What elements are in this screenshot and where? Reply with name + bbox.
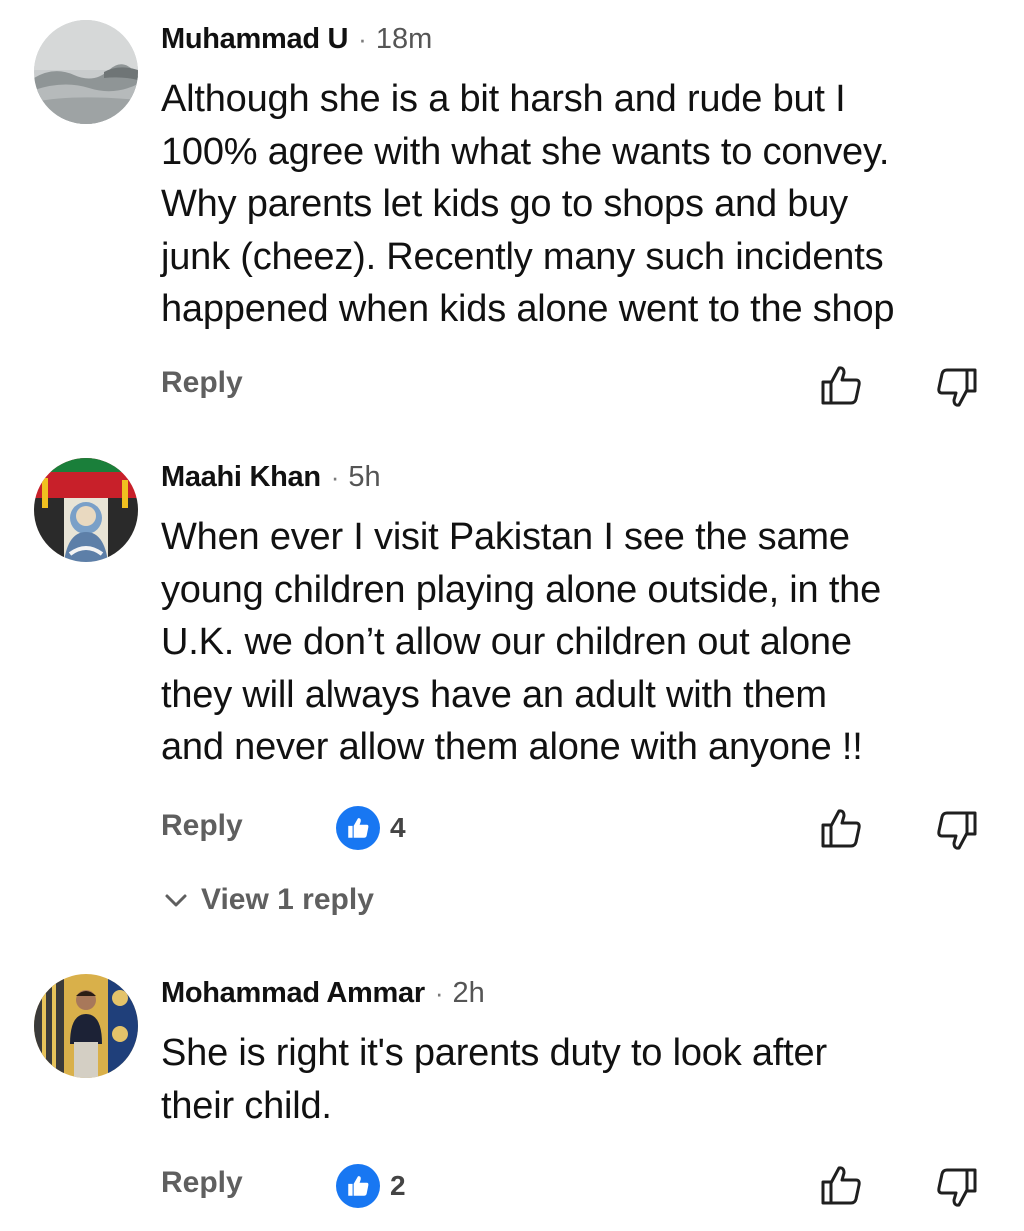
comment-line: 100% agree with what she wants to convey…	[161, 130, 890, 173]
separator-dot: ·	[330, 461, 340, 492]
thumbs-down-icon	[937, 811, 977, 850]
thumbs-up-icon	[821, 366, 861, 405]
comment-line: they will always have an adult with them	[161, 673, 827, 716]
thumbs-down-icon	[937, 368, 977, 407]
like-count: 2	[390, 1170, 406, 1201]
comment-line: She is right it's parents duty to look a…	[161, 1032, 827, 1074]
like-badge-icon	[336, 1164, 380, 1208]
dislike-button[interactable]	[934, 1164, 980, 1210]
like-button[interactable]	[818, 363, 864, 409]
comment-line: Although she is a bit harsh and rude but…	[161, 78, 846, 120]
comment-text: She is right it's parents duty to look a…	[161, 1027, 1006, 1132]
comment-line: U.K. we don’t allow our children out alo…	[161, 621, 852, 663]
separator-dot: ·	[358, 23, 367, 54]
comment-line: When ever I visit Pakistan I see the sam…	[161, 516, 850, 558]
thumbs-up-icon	[821, 809, 861, 848]
author-name[interactable]: Maahi Khan	[161, 461, 321, 494]
reaction-summary[interactable]: 2	[336, 1164, 406, 1208]
chevron-down-icon	[165, 894, 187, 907]
timestamp: 2h	[452, 976, 485, 1009]
avatar[interactable]	[34, 458, 138, 562]
comment-line: and never allow them alone with anyone !…	[161, 726, 863, 768]
separator-dot: ·	[434, 977, 444, 1008]
view-replies-button[interactable]: View 1 reply	[161, 883, 374, 917]
reply-button[interactable]: Reply	[161, 1166, 243, 1200]
person-avatar-icon	[34, 974, 138, 1078]
like-button[interactable]	[818, 1163, 864, 1209]
landscape-avatar-icon	[34, 20, 138, 124]
dislike-button[interactable]	[934, 364, 980, 410]
author-name[interactable]: Mohammad Ammar	[161, 977, 425, 1010]
thumbs-down-icon	[937, 1168, 977, 1207]
reply-button[interactable]: Reply	[161, 366, 243, 400]
comment-line: young children playing alone outside, in…	[161, 568, 882, 611]
avatar[interactable]	[34, 974, 138, 1078]
comment-text: When ever I visit Pakistan I see the sam…	[161, 511, 1006, 774]
comment-line: Why parents let kids go to shops and buy	[161, 183, 848, 225]
thumbs-up-icon	[821, 1166, 861, 1205]
figure-avatar-icon	[34, 458, 138, 562]
timestamp: 18m	[375, 22, 433, 55]
avatar[interactable]	[34, 20, 138, 124]
timestamp: 5h	[348, 460, 381, 493]
dislike-button[interactable]	[934, 807, 980, 853]
like-button[interactable]	[818, 806, 864, 852]
like-badge-icon	[336, 806, 380, 850]
like-count: 4	[390, 812, 406, 843]
comment-line: junk (cheez). Recently many such inciden…	[161, 235, 884, 278]
comment-line: happened when kids alone went to the sho…	[161, 288, 895, 330]
view-replies-label: View 1 reply	[201, 883, 374, 916]
reply-button[interactable]: Reply	[161, 809, 243, 843]
comment-line: their child.	[161, 1084, 332, 1127]
reaction-summary[interactable]: 4	[336, 806, 406, 850]
comment-text: Although she is a bit harsh and rude but…	[161, 73, 1006, 336]
author-name[interactable]: Muhammad U	[161, 23, 348, 56]
